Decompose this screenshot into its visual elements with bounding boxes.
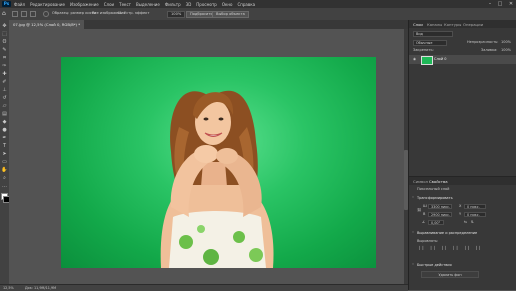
- dodge-icon[interactable]: ●: [1, 127, 8, 134]
- enhance-edge-checkbox[interactable]: ☑: [118, 10, 121, 17]
- menu-select[interactable]: Выделение: [136, 2, 160, 7]
- document-tab-bar: 07.jpg @ 12,5% (Слой 0, RGB/8*) *: [9, 20, 408, 29]
- eyedropper-icon[interactable]: ✑: [1, 63, 8, 70]
- home-icon[interactable]: ⌂: [2, 10, 6, 17]
- tab-properties[interactable]: Свойства: [429, 178, 448, 185]
- height-field[interactable]: 2900 пикс.: [428, 212, 452, 217]
- tab-character[interactable]: Символ: [413, 178, 428, 185]
- menu-file[interactable]: Файл: [14, 2, 25, 7]
- menu-3d[interactable]: 3D: [186, 2, 192, 7]
- maximize-icon[interactable]: □: [495, 0, 505, 8]
- crop-icon[interactable]: ⌗: [1, 55, 8, 62]
- layer-name[interactable]: Слой 0: [434, 57, 446, 62]
- select-subject-button[interactable]: Выбор объекта: [212, 11, 249, 18]
- align-label: Выровнять:: [417, 239, 439, 243]
- gradient-icon[interactable]: ▤: [1, 111, 8, 118]
- link-icon[interactable]: ⛓: [417, 208, 421, 213]
- zoom-icon[interactable]: ⌕: [1, 175, 8, 182]
- move-icon[interactable]: ✥: [1, 23, 8, 30]
- add-selection-icon[interactable]: [21, 11, 27, 17]
- shape-icon[interactable]: ▭: [1, 159, 8, 166]
- tab-actions[interactable]: Операции: [463, 21, 483, 28]
- fill-value[interactable]: 100%: [501, 48, 511, 53]
- more-tools-icon[interactable]: …: [1, 183, 8, 190]
- photoshop-logo: Ps: [2, 1, 11, 7]
- width-field[interactable]: 3300 пикс.: [428, 204, 452, 209]
- menu-edit[interactable]: Редактирование: [30, 2, 65, 7]
- menu-view[interactable]: Просмотр: [196, 2, 217, 7]
- tab-channels[interactable]: Каналы: [427, 21, 442, 28]
- opacity-value[interactable]: 100%: [501, 40, 511, 45]
- document-info: Док: 11,9M/11,9M: [25, 286, 57, 290]
- x-field[interactable]: 0 пикс.: [464, 204, 486, 209]
- menu-image[interactable]: Изображение: [70, 2, 99, 7]
- opacity-label: Непрозрачность:: [467, 40, 499, 44]
- eraser-icon[interactable]: ▱: [1, 103, 8, 110]
- menu-layers[interactable]: Слои: [104, 2, 114, 7]
- brush-size-icon[interactable]: [43, 11, 49, 17]
- quick-actions-header: Быстрые действия: [417, 263, 452, 267]
- close-icon[interactable]: ✕: [506, 0, 516, 8]
- pen-icon[interactable]: ✒: [1, 135, 8, 142]
- lock-label: Закрепить:: [413, 48, 434, 52]
- quick-select-icon[interactable]: ✎: [1, 47, 8, 54]
- layer-thumbnail: [421, 56, 433, 65]
- menu-bar: Ps Файл Редактирование Изображение Слои …: [0, 0, 516, 8]
- pixel-layer-label: Пиксельный слой: [417, 187, 450, 191]
- chevron-down-icon[interactable]: ˅: [412, 196, 415, 201]
- tab-layers[interactable]: Слои: [413, 21, 423, 28]
- path-select-icon[interactable]: ➤: [1, 151, 8, 158]
- transform-header: Трансформировать: [417, 196, 453, 200]
- menu-filter[interactable]: Фильтр: [165, 2, 181, 7]
- document-tab[interactable]: 07.jpg @ 12,5% (Слой 0, RGB/8*) *: [9, 20, 85, 29]
- flip-horizontal-icon[interactable]: ⇆: [464, 220, 467, 225]
- flip-vertical-icon[interactable]: ⇅: [471, 220, 474, 225]
- quick-select-tool-icon[interactable]: [12, 11, 18, 17]
- enhance-edge-label: Устр. эффект: [124, 11, 150, 15]
- width-label: Ш: [423, 204, 427, 208]
- sample-label[interactable]: Образец: размер кисти: [52, 10, 96, 17]
- y-label: Y: [459, 212, 462, 216]
- history-brush-icon[interactable]: ↺: [1, 95, 8, 102]
- document-image[interactable]: [61, 57, 376, 268]
- healing-icon[interactable]: ✚: [1, 71, 8, 78]
- y-field[interactable]: 0 пикс.: [464, 212, 486, 217]
- right-panel: Слои Каналы Контуры Операции Вид Обычные…: [408, 20, 516, 290]
- x-label: X: [459, 204, 462, 208]
- chevron-down-icon[interactable]: ˅: [412, 231, 415, 236]
- menu-window[interactable]: Окно: [222, 2, 233, 7]
- subtract-selection-icon[interactable]: [30, 11, 36, 17]
- menu-help[interactable]: Справка: [237, 2, 255, 7]
- remove-background-button[interactable]: Удалить фон: [421, 271, 479, 278]
- align-header: Выравнивание и распределение: [417, 231, 478, 235]
- brush-icon[interactable]: ✐: [1, 79, 8, 86]
- angle-icon: ∠: [422, 220, 426, 224]
- visibility-eye-icon[interactable]: ◉: [413, 57, 416, 62]
- blur-icon[interactable]: ◆: [1, 119, 8, 126]
- blend-mode-select[interactable]: Обычные: [413, 40, 447, 46]
- type-icon[interactable]: T: [1, 143, 8, 150]
- zoom-level[interactable]: 12,5%: [3, 285, 14, 291]
- lasso-icon[interactable]: ʘ: [1, 39, 8, 46]
- percent-field[interactable]: 100%: [167, 11, 186, 18]
- layer-filter-select[interactable]: Вид: [413, 31, 453, 37]
- hand-icon[interactable]: ✋: [1, 167, 8, 174]
- menu-type[interactable]: Текст: [119, 2, 131, 7]
- fill-label: Заливка:: [481, 48, 498, 52]
- minimize-icon[interactable]: –: [485, 0, 495, 8]
- marquee-icon[interactable]: ⬚: [1, 31, 8, 38]
- woman-photo: [160, 90, 274, 268]
- height-label: В: [423, 212, 426, 216]
- stamp-icon[interactable]: ⊥: [1, 87, 8, 94]
- align-buttons[interactable]: ▕▏▕▏▕▏▕▏▕▏▕▏: [417, 246, 485, 251]
- angle-field[interactable]: 0,00°: [428, 220, 444, 225]
- chevron-down-icon[interactable]: ˅: [412, 263, 415, 268]
- tab-paths[interactable]: Контуры: [444, 21, 461, 28]
